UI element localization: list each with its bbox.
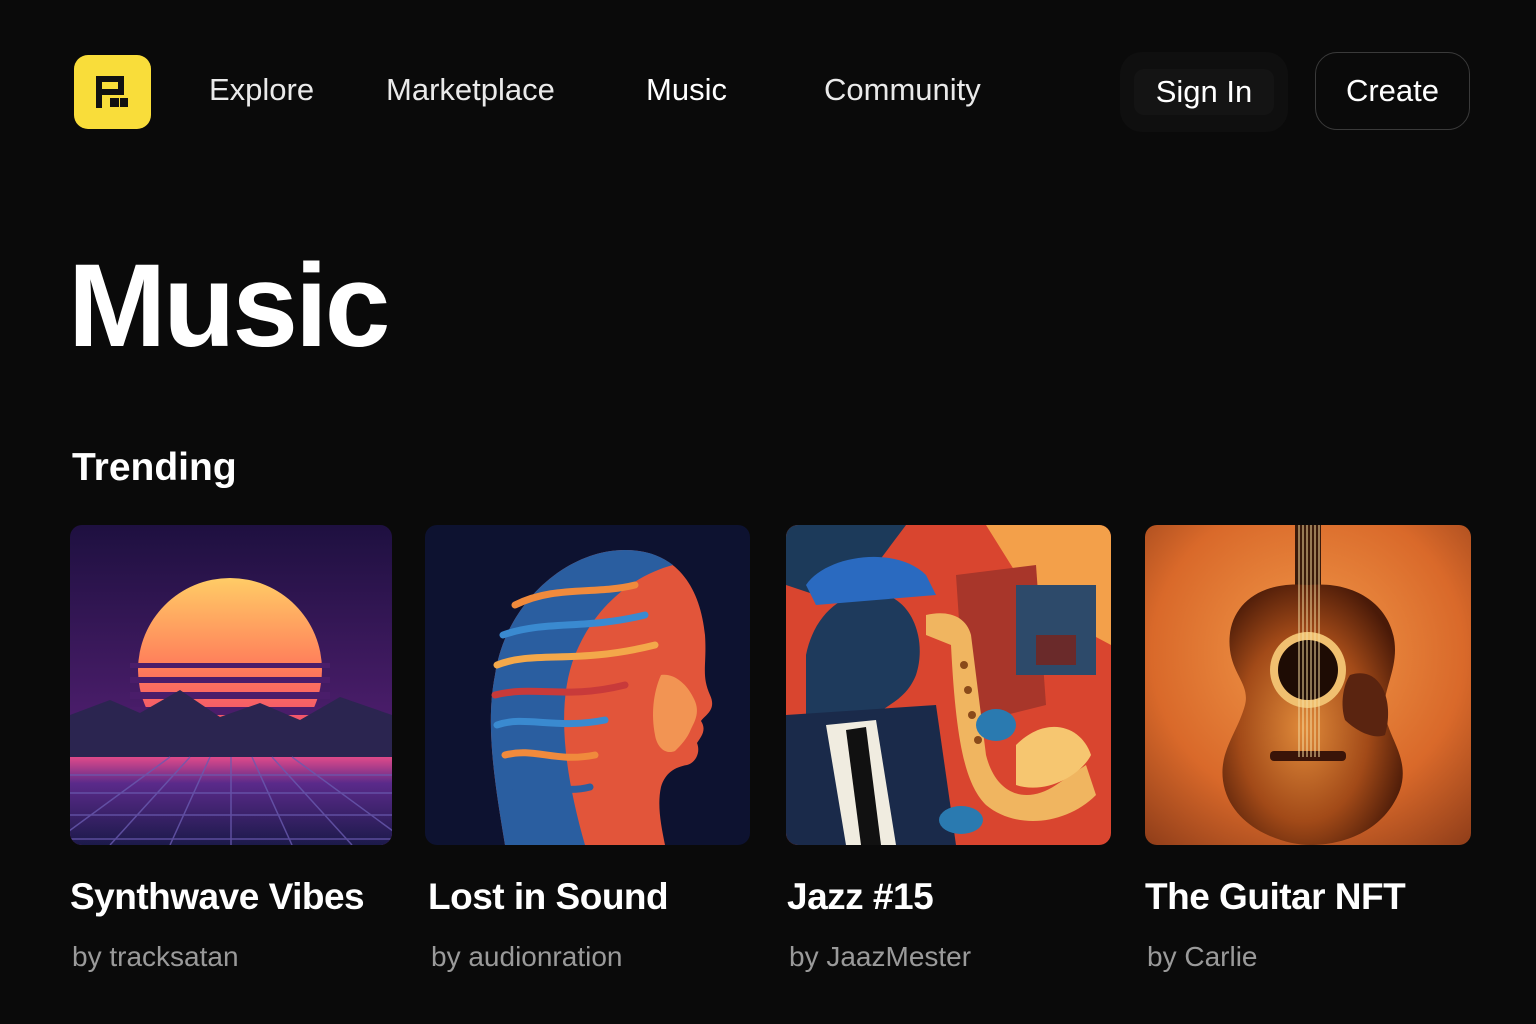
flag-logo-icon (96, 76, 128, 108)
card-artist[interactable]: by Carlie (1147, 941, 1257, 973)
page-title: Music (68, 240, 390, 372)
nav-marketplace[interactable]: Marketplace (386, 72, 555, 108)
top-nav: Explore Marketplace Music Community Sign… (0, 0, 1536, 180)
card-artist[interactable]: by JaazMester (789, 941, 971, 973)
card-title[interactable]: Jazz #15 (787, 876, 934, 918)
acoustic-guitar-art[interactable] (1145, 525, 1471, 845)
nav-explore[interactable]: Explore (209, 72, 314, 108)
card-artist[interactable]: by audionration (431, 941, 622, 973)
nav-community[interactable]: Community (824, 72, 981, 108)
abstract-head-art[interactable] (425, 525, 750, 845)
sign-in-button[interactable]: Sign In (1120, 52, 1288, 132)
create-button[interactable]: Create (1315, 52, 1470, 130)
nav-music[interactable]: Music (646, 72, 727, 108)
card-artist[interactable]: by tracksatan (72, 941, 239, 973)
saxophone-player-art[interactable] (786, 525, 1111, 845)
section-title-trending: Trending (72, 446, 237, 489)
logo[interactable] (74, 55, 151, 129)
card-title[interactable]: Synthwave Vibes (70, 876, 365, 918)
sign-in-label: Sign In (1134, 69, 1274, 115)
card-title[interactable]: The Guitar NFT (1145, 876, 1406, 918)
synthwave-sunset-art[interactable] (70, 525, 392, 845)
card-title[interactable]: Lost in Sound (428, 876, 669, 918)
